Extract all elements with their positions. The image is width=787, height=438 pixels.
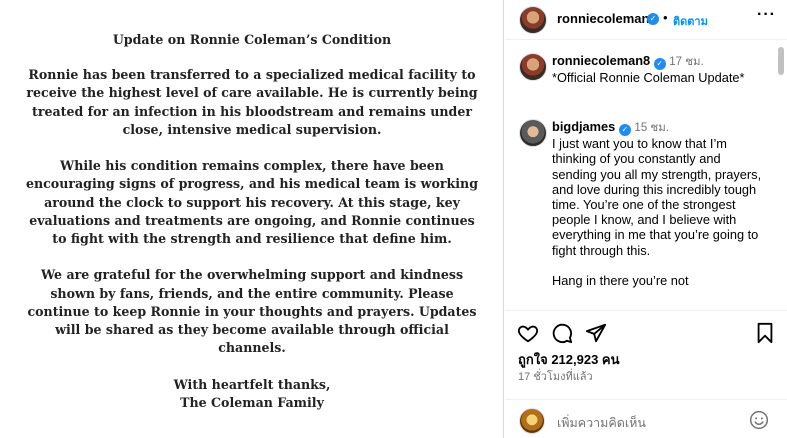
statement-paragraph: Ronnie has been transferred to a special… <box>26 67 478 137</box>
statement-signoff: With heartfelt thanks, <box>173 376 331 392</box>
statement-signature: The Coleman Family <box>180 394 324 410</box>
comment-time[interactable]: 15 ชม. <box>634 122 669 134</box>
avatar <box>519 408 545 434</box>
avatar[interactable] <box>519 53 547 81</box>
statement-paragraph: We are grateful for the overwhelming sup… <box>27 267 477 356</box>
verified-badge-icon: ✓ <box>653 58 666 70</box>
post-side-panel: ronniecoleman8 ✓ • ติดตาม ··· ronniecole… <box>505 0 787 438</box>
comment-username[interactable]: ronniecoleman8 <box>552 53 650 68</box>
comment-text: I just want you to know that I’m thinkin… <box>552 136 762 258</box>
share-icon[interactable] <box>585 322 607 344</box>
comment-text-continued: Hang in there you’re not <box>552 273 689 289</box>
verified-badge-icon: ✓ <box>647 13 659 25</box>
comment-username[interactable]: bigdjames <box>552 119 615 134</box>
verified-badge-icon: ✓ <box>618 124 631 136</box>
comment-text: *Official Ronnie Coleman Update* <box>552 70 745 86</box>
post-actions: ถูกใจ 212,923 คน 17 ชั่วโมงที่แล้ว เพิ่ม… <box>505 310 787 438</box>
comment-time[interactable]: 17 ชม. <box>669 56 704 68</box>
statement-paragraph: While his condition remains complex, the… <box>25 158 479 247</box>
more-horizontal-icon[interactable]: ··· <box>757 6 776 24</box>
post-statement: Update on Ronnie Coleman’s Condition Ron… <box>22 31 482 412</box>
follow-button[interactable]: ติดตาม <box>673 12 708 30</box>
scrollbar-thumb[interactable] <box>778 47 784 75</box>
comment-body: bigdjames ✓ 15 ชม. I just want you to kn… <box>552 119 767 288</box>
comment-input[interactable]: เพิ่มความคิดเห็น <box>557 413 646 433</box>
header-username[interactable]: ronniecoleman8 <box>557 11 657 26</box>
avatar[interactable] <box>519 119 547 147</box>
bookmark-icon[interactable] <box>754 322 776 344</box>
add-comment-bar: เพิ่มความคิดเห็น <box>505 399 787 438</box>
comment-icon[interactable] <box>551 322 573 344</box>
comment-body: ronniecoleman8 ✓ 17 ชม. *Official Ronnie… <box>552 53 767 85</box>
emoji-icon[interactable] <box>749 410 769 430</box>
comments-scrollbar[interactable] <box>777 44 785 306</box>
post-image[interactable]: Update on Ronnie Coleman’s Condition Ron… <box>0 0 504 438</box>
separator-dot: • <box>663 10 668 25</box>
statement-title: Update on Ronnie Coleman’s Condition <box>112 32 392 47</box>
post-header: ronniecoleman8 ✓ • ติดตาม ··· <box>505 0 787 40</box>
heart-icon[interactable] <box>517 322 539 344</box>
comments-list[interactable]: ronniecoleman8 ✓ 17 ชม. *Official Ronnie… <box>505 41 787 309</box>
post-timestamp[interactable]: 17 ชั่วโมงที่แล้ว <box>518 367 593 385</box>
avatar[interactable] <box>519 6 547 34</box>
